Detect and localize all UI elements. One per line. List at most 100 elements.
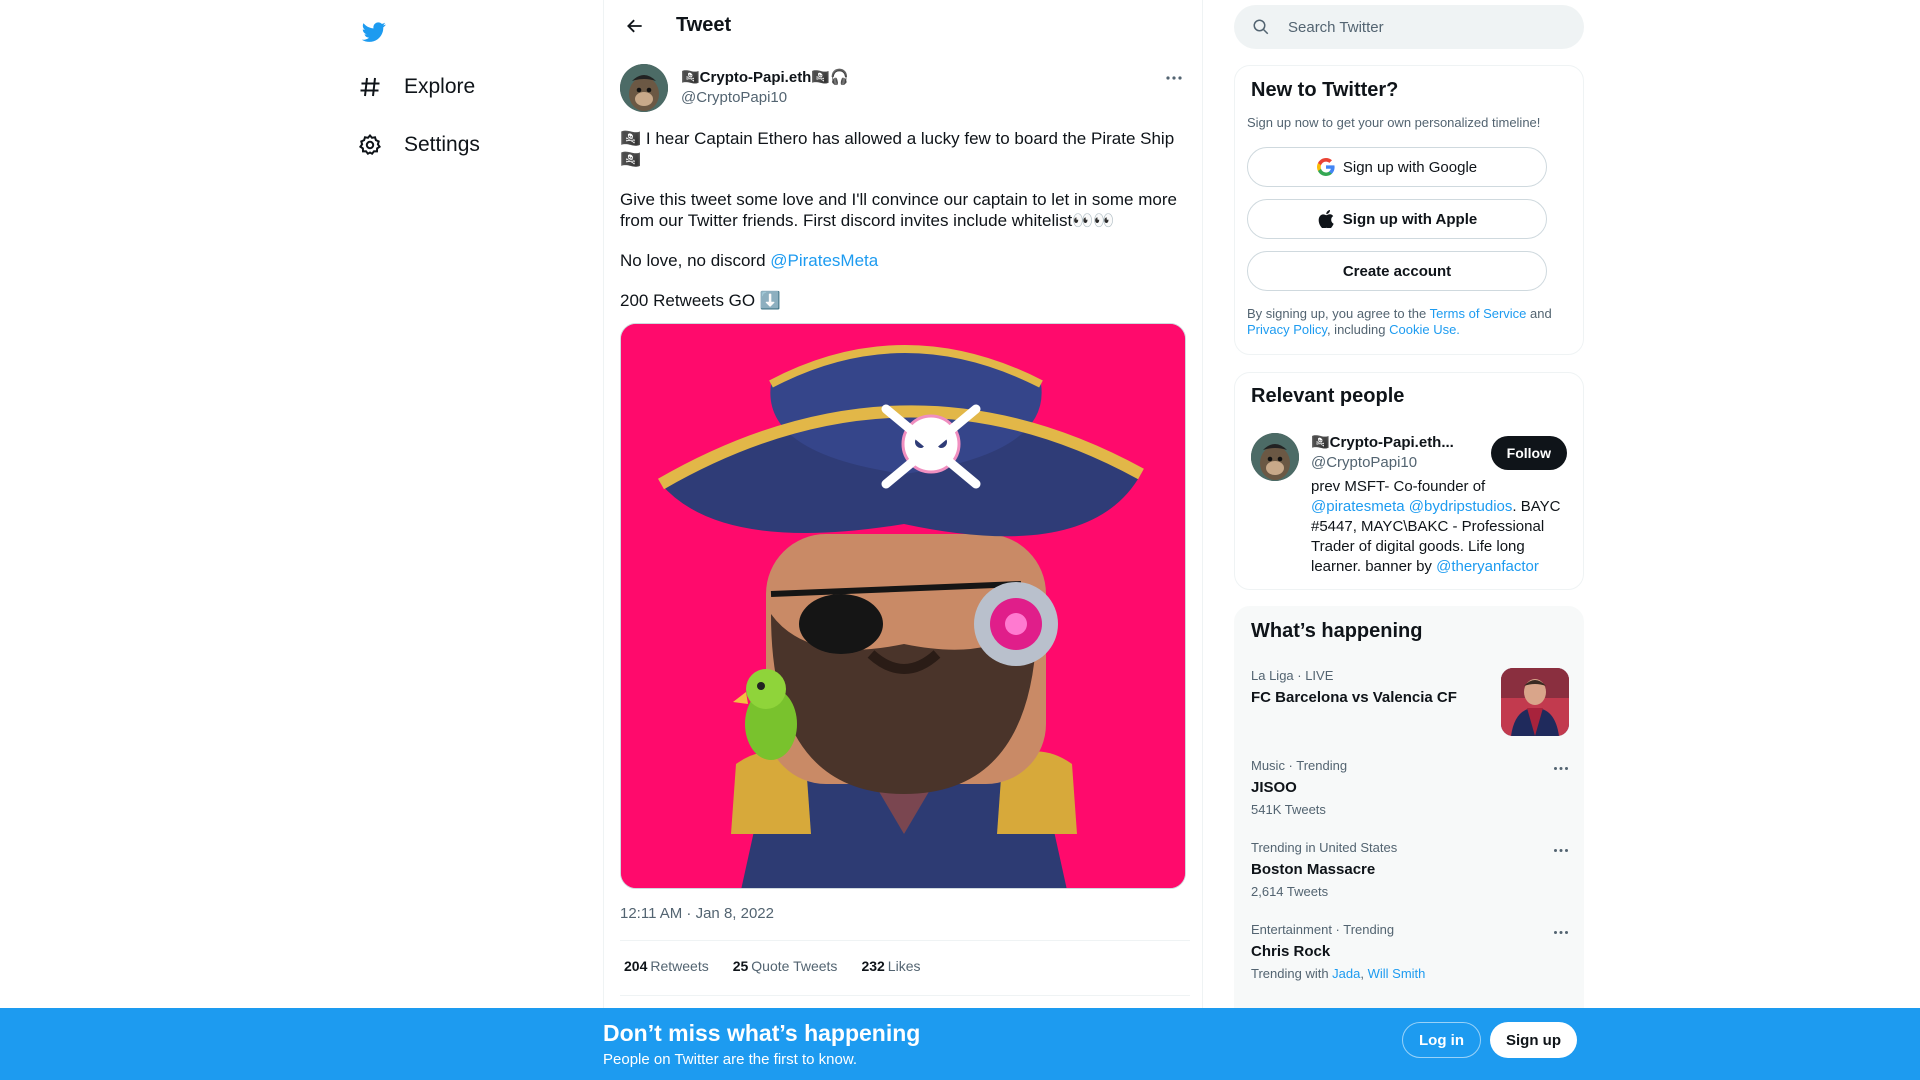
tweet-paragraph: 200 Retweets GO ⬇️ xyxy=(620,291,782,310)
card-subtitle: Sign up now to get your own personalized… xyxy=(1247,115,1541,130)
legal-text: By signing up, you agree to the Terms of… xyxy=(1247,306,1577,338)
divider xyxy=(620,940,1190,941)
more-options-button[interactable] xyxy=(1162,68,1186,88)
trend-name: JISOO xyxy=(1251,779,1297,796)
back-arrow-icon xyxy=(627,19,642,33)
privacy-link[interactable]: Privacy Policy xyxy=(1247,322,1327,337)
nav-settings[interactable]: Settings xyxy=(346,119,490,171)
tweet-text: 🏴‍☠️ I hear Captain Ethero has allowed a… xyxy=(620,128,1190,330)
mention-link[interactable]: @theryanfactor xyxy=(1436,558,1539,575)
author-name[interactable]: 🏴‍☠️Crypto-Papi.eth🏴‍☠️🎧 xyxy=(681,68,849,86)
search-icon xyxy=(1253,19,1269,35)
tweet-paragraph: Give this tweet some love and I'll convi… xyxy=(620,190,1177,230)
gear-icon xyxy=(356,131,384,159)
search-input[interactable] xyxy=(1288,5,1568,49)
trend-with-link[interactable]: Jada xyxy=(1332,966,1360,981)
back-button[interactable] xyxy=(618,9,652,43)
tweet-text-span: No love, no discord xyxy=(620,251,771,270)
whats-happening-card: What’s happening La Liga · LIVE FC Barce… xyxy=(1234,606,1584,1026)
quotes-label: Quote Tweets xyxy=(751,958,838,974)
author-handle[interactable]: @CryptoPapi10 xyxy=(681,89,787,106)
tweet-paragraph: No love, no discord @PiratesMeta xyxy=(620,250,1190,271)
signup-button[interactable]: Sign up xyxy=(1490,1022,1577,1058)
trend-meta: Music · Trending xyxy=(1251,758,1348,773)
signup-prompt-bar: Don’t miss what’s happening People on Tw… xyxy=(0,1008,1920,1080)
trend-item[interactable]: Entertainment · Trending Chris Rock Tren… xyxy=(1235,922,1583,981)
trend-item[interactable]: La Liga · LIVE FC Barcelona vs Valencia … xyxy=(1235,668,1583,736)
trend-name: Boston Massacre xyxy=(1251,861,1376,878)
main-column: Tweet 🏴‍☠️Crypto-Papi.eth🏴‍☠️🎧 @CryptoPa… xyxy=(603,0,1203,1080)
hashtag-icon xyxy=(356,73,384,101)
nav-explore[interactable]: Explore xyxy=(346,61,485,113)
new-to-twitter-card: New to Twitter? Sign up now to get your … xyxy=(1234,65,1584,355)
mention-link[interactable]: @PiratesMeta xyxy=(770,251,878,270)
tweet-author: 🏴‍☠️Crypto-Papi.eth🏴‍☠️🎧 @CryptoPapi10 xyxy=(620,64,1190,114)
trend-count: Trending with Jada, Will Smith xyxy=(1251,966,1426,981)
trend-meta: Trending in United States xyxy=(1251,840,1398,855)
retweets-stat[interactable]: 204 Retweets xyxy=(620,958,709,974)
signup-apple-label: Sign up with Apple xyxy=(1342,210,1478,228)
trend-more-button[interactable] xyxy=(1551,758,1571,778)
quote-tweets-stat[interactable]: 25 Quote Tweets xyxy=(729,958,838,974)
main-header: Tweet xyxy=(604,0,1204,53)
trend-more-button[interactable] xyxy=(1551,840,1571,860)
trend-with-link[interactable]: Will Smith xyxy=(1368,966,1426,981)
create-account-button[interactable]: Create account xyxy=(1247,251,1547,291)
trend-count: 541K Tweets xyxy=(1251,802,1326,817)
quotes-count: 25 xyxy=(732,958,749,974)
signup-google-label: Sign up with Google xyxy=(1342,158,1478,176)
retweets-label: Retweets xyxy=(650,958,709,974)
person-handle[interactable]: @CryptoPapi10 xyxy=(1311,454,1417,471)
create-account-label: Create account xyxy=(1342,262,1452,280)
bio-text: prev MSFT- Co-founder of xyxy=(1311,478,1486,495)
trend-with-prefix: Trending with xyxy=(1251,966,1333,981)
divider xyxy=(620,995,1190,996)
more-dots-icon xyxy=(1554,930,1568,934)
person-name[interactable]: 🏴‍☠️Crypto-Papi.eth... xyxy=(1311,433,1454,451)
retweets-count: 204 xyxy=(624,958,648,974)
nav-explore-label: Explore xyxy=(404,75,476,98)
cookie-link[interactable]: Cookie Use. xyxy=(1389,322,1460,337)
trend-image xyxy=(1501,668,1569,736)
author-avatar[interactable] xyxy=(620,64,668,112)
trend-item[interactable]: Trending in United States Boston Massacr… xyxy=(1235,840,1583,899)
more-dots-icon xyxy=(1554,848,1568,852)
more-dots-icon xyxy=(1166,76,1182,80)
tweet-image[interactable] xyxy=(620,323,1186,889)
likes-stat[interactable]: 232 Likes xyxy=(857,958,920,974)
login-button[interactable]: Log in xyxy=(1402,1022,1481,1058)
search-box[interactable] xyxy=(1234,5,1584,49)
prompt-subtitle: People on Twitter are the first to know. xyxy=(603,1051,858,1068)
page-title: Tweet xyxy=(676,14,732,36)
card-title: What’s happening xyxy=(1251,620,1423,642)
legal-and: and xyxy=(1526,306,1552,321)
tweet-stats: 204 Retweets 25 Quote Tweets 232 Likes xyxy=(620,958,920,974)
tweet-paragraph: 🏴‍☠️ I hear Captain Ethero has allowed a… xyxy=(620,129,1175,169)
more-dots-icon xyxy=(1554,766,1568,770)
likes-count: 232 xyxy=(861,958,885,974)
mention-link[interactable]: @piratesmeta xyxy=(1311,498,1405,515)
avatar[interactable] xyxy=(1251,433,1299,481)
person-bio: prev MSFT- Co-founder of @piratesmeta @b… xyxy=(1311,477,1573,577)
signup-apple-button[interactable]: Sign up with Apple xyxy=(1247,199,1547,239)
apple-icon xyxy=(1317,210,1335,228)
tweet-timestamp[interactable]: 12:11 AM · Jan 8, 2022 xyxy=(620,905,774,922)
trend-count: 2,614 Tweets xyxy=(1251,884,1329,899)
card-title: New to Twitter? xyxy=(1251,79,1399,101)
trend-meta: Entertainment · Trending xyxy=(1251,922,1395,937)
twitter-logo-icon[interactable] xyxy=(352,10,396,54)
card-title: Relevant people xyxy=(1251,385,1405,407)
trend-name: Chris Rock xyxy=(1251,943,1331,960)
mention-link[interactable]: @bydripstudios xyxy=(1409,498,1513,515)
legal-including: , including xyxy=(1326,322,1390,337)
nav-settings-label: Settings xyxy=(404,133,480,156)
google-icon xyxy=(1316,158,1335,176)
signup-google-button[interactable]: Sign up with Google xyxy=(1247,147,1547,187)
terms-link[interactable]: Terms of Service xyxy=(1430,306,1527,321)
legal-prefix: By signing up, you agree to the xyxy=(1247,306,1430,321)
trend-more-button[interactable] xyxy=(1551,922,1571,942)
likes-label: Likes xyxy=(887,958,921,974)
trend-item[interactable]: Music · Trending JISOO 541K Tweets xyxy=(1235,758,1583,817)
prompt-title: Don’t miss what’s happening xyxy=(603,1020,921,1046)
follow-button[interactable]: Follow xyxy=(1490,436,1567,470)
